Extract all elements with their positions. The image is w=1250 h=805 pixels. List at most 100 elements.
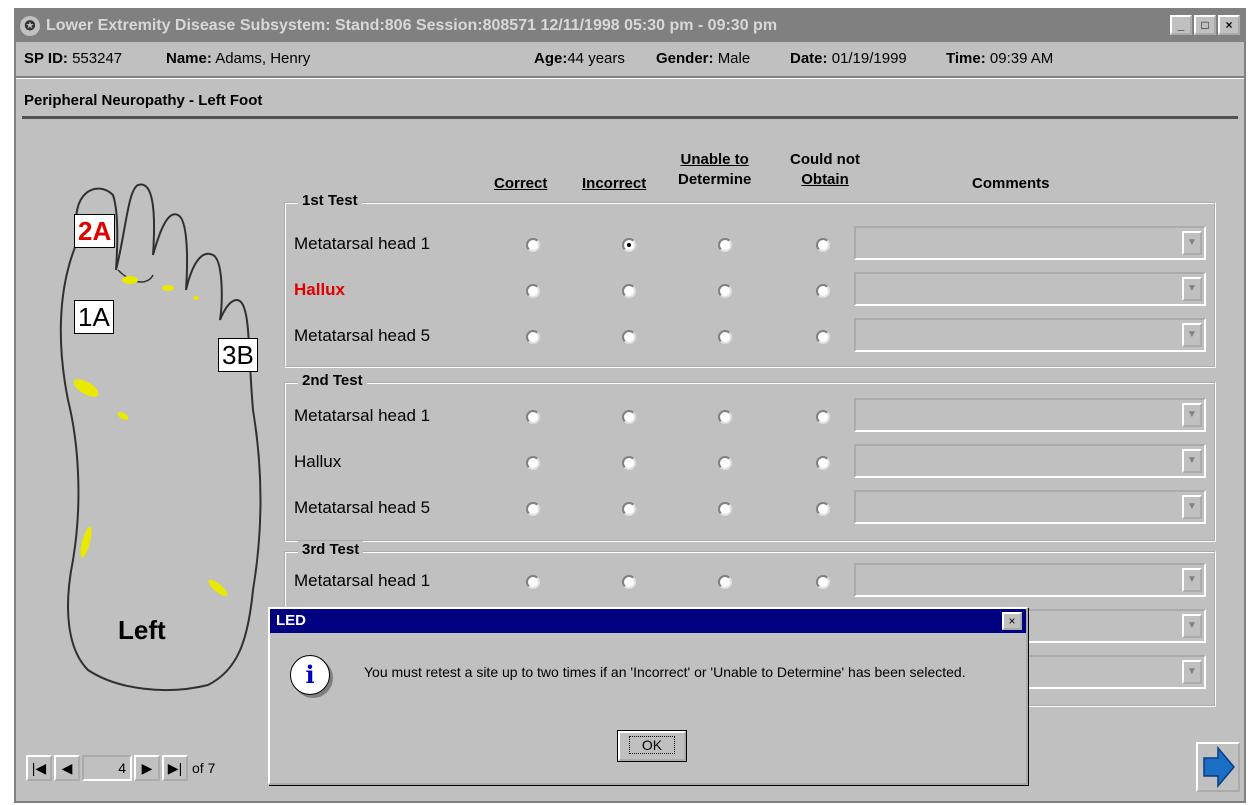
radio-could-not-obtain[interactable]: [816, 238, 830, 252]
alert-dialog: LED × i You must retest a site up to two…: [268, 607, 1028, 785]
name-label: Name:: [166, 50, 212, 67]
title-bar[interactable]: ✪ Lower Extremity Disease Subsystem: Sta…: [16, 10, 1244, 42]
radio-incorrect[interactable]: [622, 575, 636, 589]
time-label: Time:: [946, 50, 986, 67]
radio-incorrect[interactable]: [622, 502, 636, 516]
dialog-message: You must retest a site up to two times i…: [364, 664, 966, 680]
time-value: 09:39 AM: [989, 50, 1054, 67]
radio-correct[interactable]: [526, 238, 540, 252]
next-screen-button[interactable]: [1196, 742, 1240, 792]
comments-dropdown[interactable]: ▼: [854, 398, 1206, 432]
radio-unable-to-determine[interactable]: [718, 284, 732, 298]
right-arrow-icon: [1203, 745, 1235, 789]
radio-unable-to-determine[interactable]: [718, 330, 732, 344]
comments-dropdown[interactable]: ▼: [854, 490, 1206, 524]
dialog-title: LED: [270, 609, 1026, 633]
divider: [22, 116, 1238, 119]
radio-could-not-obtain[interactable]: [816, 410, 830, 424]
chevron-down-icon[interactable]: ▼: [1182, 277, 1202, 301]
divider: [16, 76, 1244, 79]
gender-label: Gender:: [656, 50, 714, 67]
chevron-down-icon[interactable]: ▼: [1182, 323, 1202, 347]
gender-value: Male: [717, 50, 751, 67]
site-label-2a: 2A: [74, 214, 116, 248]
dialog-close-button[interactable]: ×: [1002, 612, 1022, 630]
column-unable-to-determine: Unable to Determine: [678, 151, 752, 188]
comments-dropdown[interactable]: ▼: [854, 226, 1206, 260]
ok-button[interactable]: OK: [617, 730, 687, 762]
radio-correct[interactable]: [526, 410, 540, 424]
test-group-2: 2nd Test Metatarsal head 1 ▼ Hallux ▼ Me…: [284, 372, 1216, 542]
patient-info-bar: SP ID: 553247 Name: Adams, Henry Age:44 …: [16, 44, 1244, 74]
radio-could-not-obtain[interactable]: [816, 330, 830, 344]
previous-record-button[interactable]: ◀: [54, 755, 80, 781]
site-label-3b: 3B: [218, 338, 258, 372]
first-record-button[interactable]: |◀: [26, 755, 52, 781]
chevron-down-icon[interactable]: ▼: [1182, 660, 1202, 684]
age-label: Age:: [534, 50, 568, 67]
page-count: of 7: [192, 760, 216, 776]
info-icon: i: [290, 655, 330, 695]
radio-could-not-obtain[interactable]: [816, 456, 830, 470]
site-label: Metatarsal head 1: [294, 571, 431, 590]
radio-unable-to-determine[interactable]: [718, 410, 732, 424]
last-record-button[interactable]: ▶|: [162, 755, 188, 781]
column-correct: Correct: [494, 175, 548, 192]
site-label: Metatarsal head 5: [294, 326, 431, 345]
radio-correct[interactable]: [526, 502, 540, 516]
site-label: Metatarsal head 5: [294, 498, 431, 517]
comments-dropdown[interactable]: ▼: [854, 444, 1206, 478]
column-comments: Comments: [972, 175, 1050, 192]
next-record-button[interactable]: ▶: [134, 755, 160, 781]
radio-correct[interactable]: [526, 330, 540, 344]
radio-unable-to-determine[interactable]: [718, 456, 732, 470]
radio-could-not-obtain[interactable]: [816, 575, 830, 589]
radio-unable-to-determine[interactable]: [718, 502, 732, 516]
radio-incorrect[interactable]: [622, 410, 636, 424]
radio-could-not-obtain[interactable]: [816, 502, 830, 516]
radio-unable-to-determine[interactable]: [718, 238, 732, 252]
comments-dropdown[interactable]: ▼: [854, 272, 1206, 306]
section-title: Peripheral Neuropathy - Left Foot: [24, 92, 263, 109]
age-value: 44 years: [567, 50, 625, 67]
maximize-button[interactable]: □: [1194, 15, 1216, 35]
record-navigator: |◀ ◀ 4 ▶ ▶| of 7: [26, 755, 215, 781]
app-icon[interactable]: ✪: [20, 16, 40, 36]
radio-correct[interactable]: [526, 456, 540, 470]
sp-id-value: 553247: [72, 50, 123, 67]
site-label: Metatarsal head 1: [294, 406, 431, 425]
date-label: Date:: [790, 50, 828, 67]
test-group-1: 1st Test Metatarsal head 1 ▼ Hallux ▼ Me…: [284, 192, 1216, 368]
site-label: Metatarsal head 1: [294, 234, 431, 253]
radio-incorrect[interactable]: [622, 456, 636, 470]
radio-incorrect[interactable]: [622, 238, 636, 252]
foot-diagram: 2A 1A 3B Left: [38, 170, 288, 700]
test-group-label: 1st Test: [298, 192, 362, 209]
radio-correct[interactable]: [526, 284, 540, 298]
radio-unable-to-determine[interactable]: [718, 575, 732, 589]
chevron-down-icon[interactable]: ▼: [1182, 495, 1202, 519]
test-group-label: 3rd Test: [298, 541, 364, 558]
chevron-down-icon[interactable]: ▼: [1182, 449, 1202, 473]
radio-incorrect[interactable]: [622, 284, 636, 298]
sp-id-label: SP ID:: [24, 50, 68, 67]
chevron-down-icon[interactable]: ▼: [1182, 568, 1202, 592]
chevron-down-icon[interactable]: ▼: [1182, 614, 1202, 638]
site-label-1a: 1A: [74, 300, 114, 334]
radio-correct[interactable]: [526, 575, 540, 589]
date-value: 01/19/1999: [831, 50, 907, 67]
site-label: Hallux: [294, 280, 346, 299]
minimize-button[interactable]: _: [1170, 15, 1192, 35]
page-number-field[interactable]: 4: [82, 755, 132, 781]
radio-incorrect[interactable]: [622, 330, 636, 344]
column-could-not-obtain: Could not Obtain: [790, 151, 860, 188]
close-button[interactable]: ×: [1218, 15, 1240, 35]
window-title: Lower Extremity Disease Subsystem: Stand…: [46, 17, 778, 34]
chevron-down-icon[interactable]: ▼: [1182, 231, 1202, 255]
name-value: Adams, Henry: [215, 50, 311, 67]
radio-could-not-obtain[interactable]: [816, 284, 830, 298]
site-label: Hallux: [294, 452, 342, 471]
comments-dropdown[interactable]: ▼: [854, 318, 1206, 352]
comments-dropdown[interactable]: ▼: [854, 563, 1206, 597]
chevron-down-icon[interactable]: ▼: [1182, 403, 1202, 427]
